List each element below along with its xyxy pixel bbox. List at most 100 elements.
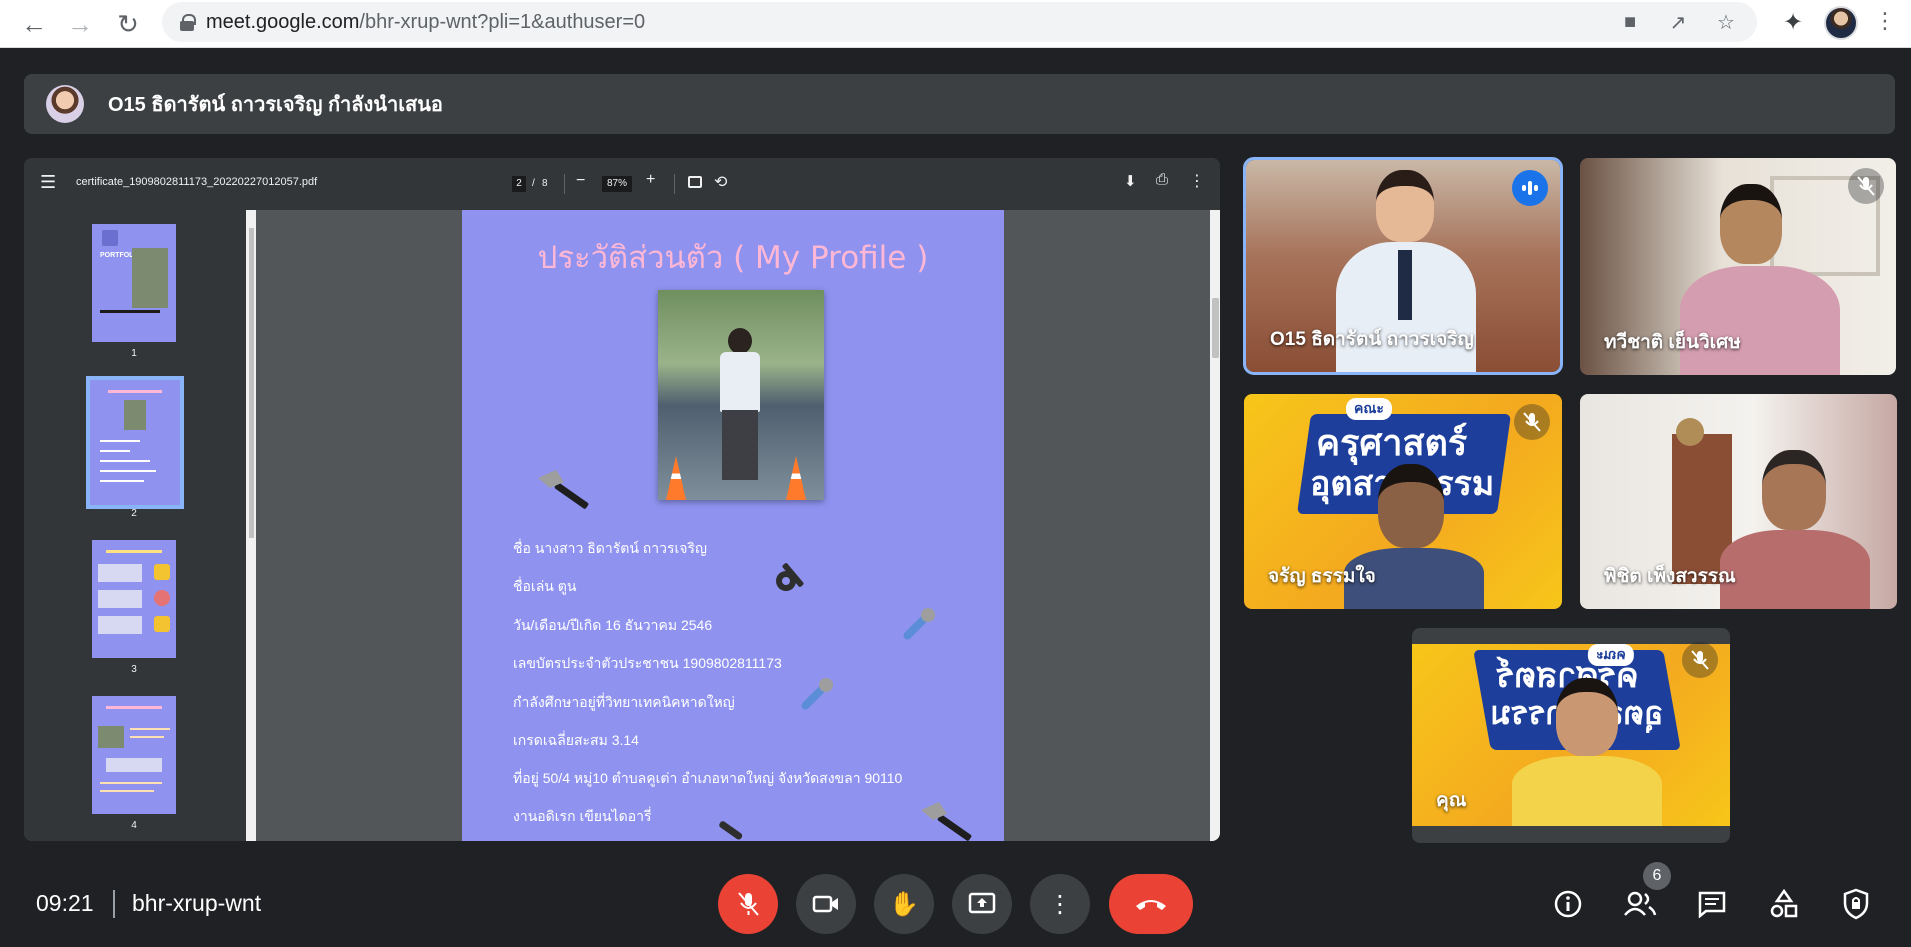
present-screen-button[interactable] [952,874,1012,934]
thumb-photo [98,726,124,748]
profile-info-line: งานอดิเรก เขียนไดอารี่ [513,808,652,824]
traffic-cone [786,456,806,500]
gear-wrench-icon [776,563,804,591]
speaking-indicator-icon [1512,170,1548,206]
thumb-text-line [100,790,154,792]
wrench-icon [903,608,935,640]
profile-info-line: เลขบัตรประจำตัวประชาชน 1909802811173 [513,655,782,671]
thumbnail-label: 1 [131,348,137,359]
mic-muted-icon [1848,168,1884,204]
thumbnail-pane: PORTFOLIO 1 2 3 4 [24,210,256,841]
meeting-details-icon[interactable] [1548,884,1588,924]
url-path: /bhr-xrup-wnt?pli=1&authuser=0 [359,10,646,33]
url-host: meet.google.com [206,10,360,33]
page-thumbnail-4[interactable] [92,696,176,814]
pdf-more-icon[interactable]: ⋮ [1189,171,1205,191]
bookmark-star-icon[interactable]: ☆ [1713,10,1739,35]
present-screen-icon [968,892,996,914]
reload-icon[interactable]: ↻ [110,6,146,42]
meeting-info-divider [113,890,115,918]
thumb-decoration [102,230,118,246]
participant-tile-1[interactable]: O15 ธิดารัตน์ ถาวรเจริญ [1243,157,1563,375]
mic-toggle-button[interactable] [718,874,778,934]
back-arrow-icon[interactable]: ← [16,6,52,42]
presentation-stage[interactable]: ☰ certificate_1909802811173_202202270120… [24,158,1220,841]
thumb-box [98,616,142,634]
thumbnail-label: 3 [131,664,137,675]
thumb-text-line [100,440,140,442]
thumb-text-line [130,728,170,730]
profile-info-line: วัน/เดือน/ปีเกิด 16 ธันวาคม 2546 [513,617,713,633]
browser-menu-icon[interactable]: ⋮ [1870,8,1900,38]
thumb-box [98,564,142,582]
zoom-out-icon[interactable]: − [576,172,585,190]
page-thumbnail-2[interactable] [86,376,184,509]
participant-video [1512,678,1662,826]
camera-toggle-button[interactable] [796,874,856,934]
pdf-page-input[interactable]: 2 [512,176,526,192]
participant-name: จรัญ ธรรมใจ [1268,566,1376,587]
leave-call-button[interactable] [1109,874,1193,934]
chat-icon[interactable] [1692,884,1732,924]
browser-toolbar: ← → ↻ meet.google.com/bhr-xrup-wnt?pli=1… [0,0,1911,48]
raise-hand-button[interactable]: ✋ [874,874,934,934]
profile-avatar[interactable] [1824,6,1858,40]
participant-tile-4[interactable]: พิชิต เพ็งสวรรณ [1580,394,1897,609]
activities-icon[interactable] [1764,884,1804,924]
thumb-text-line [130,736,164,738]
hang-up-icon [1136,900,1166,910]
pdf-scrollbar-thumb[interactable] [1212,298,1219,358]
fit-to-page-icon[interactable] [688,176,702,188]
participant-tile-self[interactable]: คณะ ครุศาสตร์ อุตสาหกรรม คุณ [1412,628,1730,843]
rotate-icon[interactable]: ⟲ [714,172,727,192]
wrench-icon [719,821,743,840]
thumbnail-label: 2 [131,508,137,519]
clock-decoration [1676,418,1704,446]
wrench-icon [801,678,833,710]
meeting-code: bhr-xrup-wnt [132,890,262,916]
share-icon[interactable]: ↗ [1665,10,1691,35]
more-vert-icon: ⋮ [1048,890,1072,918]
address-bar[interactable]: meet.google.com/bhr-xrup-wnt?pli=1&authu… [162,2,1757,42]
pdf-sidebar-menu-icon[interactable]: ☰ [40,172,60,196]
thumb-logo [154,564,170,580]
camera-in-use-icon[interactable]: ■ [1617,11,1643,34]
thumb-text-line [100,782,162,784]
hammer-icon [921,802,972,841]
extensions-puzzle-icon[interactable]: ✦ [1778,8,1808,38]
profile-info-line: ชื่อเล่น ตูน [513,578,577,594]
pdf-filename: certificate_1909802811173_20220227012057… [76,176,318,188]
thumbnail-scrollbar-thumb[interactable] [249,228,254,538]
raise-hand-icon: ✋ [889,890,919,918]
thumb-heading [106,706,162,709]
profile-info-line: ที่อยู่ 50/4 หมู่10 ตำบลคูเต่า อำเภอหาดใ… [513,770,903,786]
thumb-photo [132,248,168,308]
pdf-page-content: ประวัติส่วนตัว ( My Profile ) ชื่อ นางสา… [462,210,1004,841]
thumb-text-line [100,480,144,482]
host-controls-icon[interactable] [1836,884,1876,924]
participant-name: ทวีชาติ เย็นวิเศษ [1604,332,1741,353]
thumb-box [98,590,142,608]
lock-icon[interactable] [180,14,196,31]
pdf-zoom-level[interactable]: 87% [602,176,632,192]
thumb-text-line [100,460,150,462]
print-icon[interactable]: ⎙ [1156,171,1168,188]
forward-arrow-icon[interactable]: → [62,6,98,42]
people-icon[interactable] [1620,884,1660,924]
pdf-page-separator: / [532,178,535,189]
zoom-in-icon[interactable]: + [646,171,655,189]
thumb-text-line [100,310,160,313]
download-icon[interactable]: ⬇ [1124,172,1137,190]
thumb-text-line [100,450,130,452]
presenter-banner-text: O15 ธิดารัตน์ ถาวรเจริญ กำลังนำเสนอ [108,94,443,116]
participant-tile-3[interactable]: คณะ ครุศาสตร์ อุตสาหกรรม จรัญ ธรรมใจ [1244,394,1562,609]
participant-name: คุณ [1436,790,1467,811]
page-thumbnail-1[interactable]: PORTFOLIO [92,224,176,342]
pdf-toolbar: ☰ certificate_1909802811173_202202270120… [24,158,1220,210]
mic-muted-icon [1514,404,1550,440]
page-thumbnail-3[interactable] [92,540,176,658]
participant-tile-2[interactable]: ทวีชาติ เย็นวิเศษ [1580,158,1896,375]
more-options-button[interactable]: ⋮ [1030,874,1090,934]
meeting-time: 09:21 [36,890,94,916]
presenter-avatar [46,85,84,123]
